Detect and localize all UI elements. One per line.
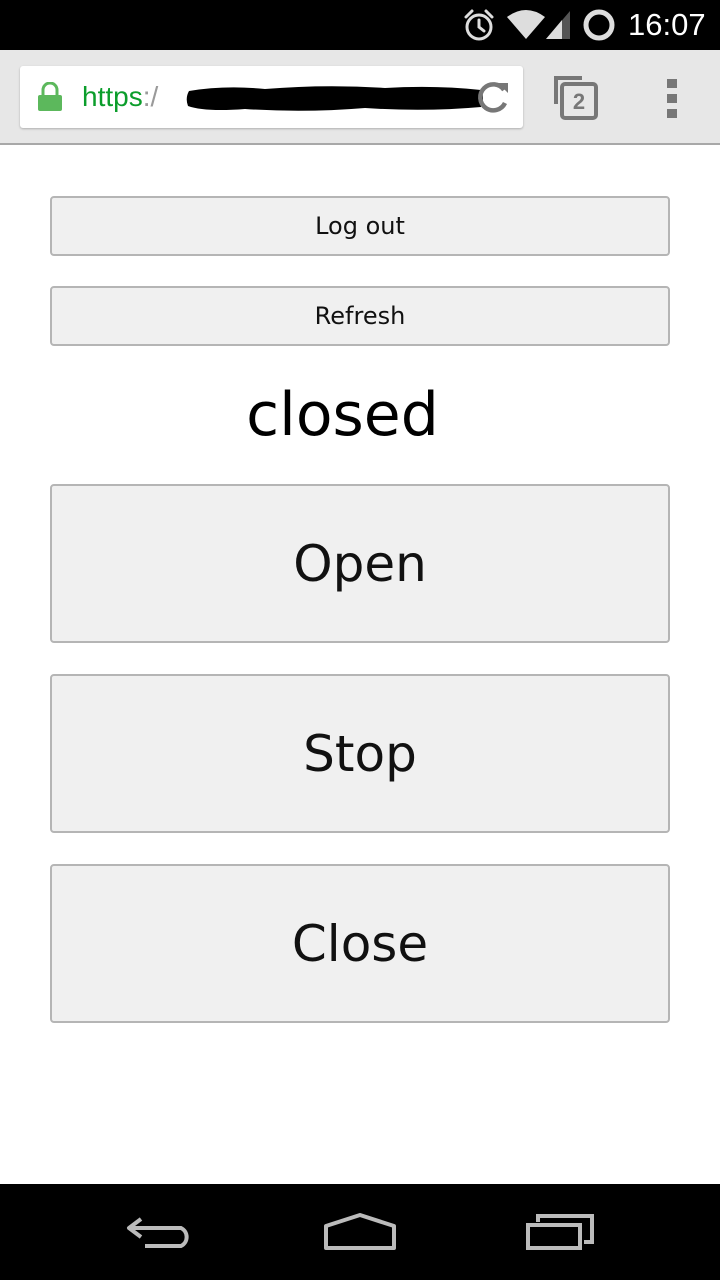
url-text: https:/: [82, 66, 158, 128]
logout-button[interactable]: Log out: [50, 196, 670, 256]
sync-icon: [581, 0, 617, 50]
recents-icon[interactable]: [510, 1184, 610, 1280]
cell-signal-icon: [544, 0, 572, 50]
refresh-button[interactable]: Refresh: [50, 286, 670, 346]
open-button[interactable]: Open: [50, 484, 670, 643]
door-status-text: closed: [246, 380, 439, 450]
tab-switcher-icon[interactable]: 2: [550, 72, 602, 124]
back-icon[interactable]: [110, 1184, 210, 1280]
address-bar[interactable]: https:/: [20, 66, 523, 128]
lock-icon: [36, 81, 64, 112]
reload-icon[interactable]: [474, 79, 512, 115]
page-content: Log out Refresh closed Open Stop Close: [0, 147, 720, 1184]
status-bar-time: 16:07: [628, 7, 706, 42]
home-icon[interactable]: [310, 1184, 410, 1280]
navigation-bar: [0, 1184, 720, 1280]
close-button[interactable]: Close: [50, 864, 670, 1023]
redacted-url: [185, 83, 485, 113]
tab-count: 2: [573, 89, 585, 114]
status-bar: 16:07: [0, 0, 720, 50]
browser-toolbar: https:/ 2: [0, 50, 720, 145]
stop-button[interactable]: Stop: [50, 674, 670, 833]
url-separator: :/: [142, 81, 159, 112]
alarm-icon: [462, 0, 496, 50]
url-scheme: https: [82, 81, 143, 112]
overflow-menu-icon[interactable]: [658, 76, 686, 120]
